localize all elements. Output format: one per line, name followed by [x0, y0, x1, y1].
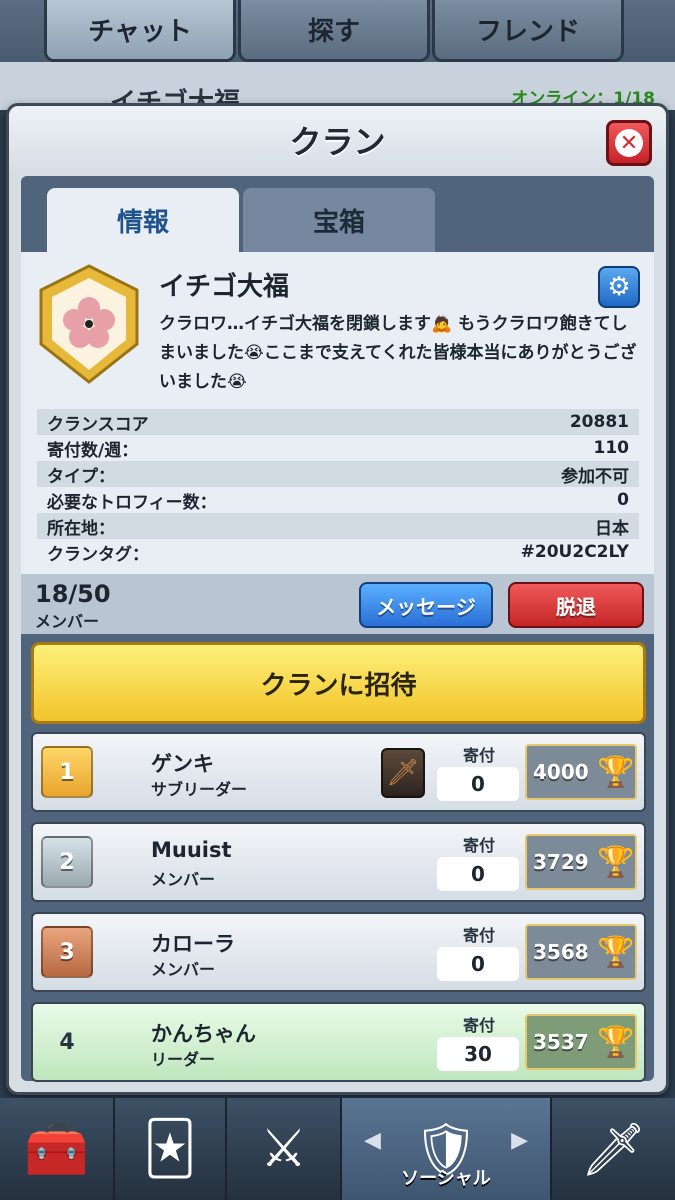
member-bar: 18/50 メンバー メッセージ 脱退	[21, 574, 654, 634]
invite-button[interactable]: クランに招待	[31, 642, 646, 724]
stat-value: #20U2C2LY	[520, 542, 629, 562]
trophy-box: 4000 🏆	[525, 744, 637, 800]
tab-friends[interactable]: フレンド	[432, 0, 624, 62]
clan-badge-icon	[39, 264, 139, 384]
trophy-box: 3568 🏆	[525, 924, 637, 980]
trophy-box: 3537 🏆	[525, 1014, 637, 1070]
stat-row: クランスコア 20881	[37, 409, 639, 435]
stat-row: タイプ： 参加不可	[37, 461, 639, 487]
clan-modal: クラン ✕ 情報 宝箱 イチゴ大福 ⚙ クラロワ…イチゴ大福を閉鎖します🙇 もう…	[6, 103, 669, 1095]
trophy-icon: 🏆	[597, 844, 635, 880]
clan-description: クラロワ…イチゴ大福を閉鎖します🙇 もうクラロワ飽きてしまいました😭ここまで支え…	[159, 314, 637, 392]
stat-row: 必要なトロフィー数： 0	[37, 487, 639, 513]
stat-label: クランスコア	[47, 414, 149, 435]
list-item[interactable]: 3 カローラ メンバー 寄付 0 3568 🏆	[31, 912, 646, 992]
stat-label: 必要なトロフィー数：	[47, 492, 217, 513]
member-name: カローラ	[151, 932, 235, 956]
bottom-nav: 🧰 🃏 ⚔ ◀ 🛡 ▶ ソーシャル 🗡	[0, 1098, 675, 1200]
chevron-left-icon: ◀	[364, 1128, 381, 1153]
laurel-sword-icon: 🗡	[580, 1119, 647, 1180]
clan-name: イチゴ大福	[159, 272, 290, 302]
donation-count: 30	[437, 1037, 519, 1071]
trophy-count: 3537	[533, 1030, 589, 1054]
member-role: メンバー	[151, 870, 216, 889]
trophy-count: 3568	[533, 940, 589, 964]
donation-label: 寄付	[463, 746, 496, 765]
stat-row: 所在地： 日本	[37, 513, 639, 539]
list-item[interactable]: 4 かんちゃん リーダー 寄付 30 3537 🏆	[31, 1002, 646, 1082]
rank-badge: 1	[41, 746, 93, 798]
rank-badge: 4	[59, 1029, 75, 1055]
list-item[interactable]: 1 ゲンキ サブリーダー 🗡 寄付 0 4000 🏆	[31, 732, 646, 812]
stat-label: クランタグ：	[47, 544, 149, 565]
close-icon: ✕	[615, 129, 643, 157]
member-label: メンバー	[35, 612, 100, 631]
donation-label: 寄付	[463, 926, 496, 945]
tab-search[interactable]: 探す	[238, 0, 430, 62]
donation-count: 0	[437, 857, 519, 891]
gear-icon[interactable]: ⚙	[598, 266, 640, 308]
nav-social[interactable]: ◀ 🛡 ▶ ソーシャル	[342, 1098, 552, 1200]
nav-cards[interactable]: 🃏	[115, 1098, 227, 1200]
donation-count: 0	[437, 947, 519, 981]
chest-icon: 🧰	[24, 1119, 89, 1180]
stat-value: 110	[593, 438, 630, 458]
trophy-icon: 🏆	[597, 1024, 635, 1060]
member-role: リーダー	[151, 1050, 216, 1069]
trophy-icon: 🏆	[597, 934, 635, 970]
member-count: 18/50	[35, 580, 111, 608]
member-name: Muuist	[151, 838, 232, 862]
donation-count: 0	[437, 767, 519, 801]
trophy-count: 3729	[533, 850, 589, 874]
stat-value: 日本	[595, 518, 629, 539]
trophy-count: 4000	[533, 760, 589, 784]
stat-row: 寄付数/週： 110	[37, 435, 639, 461]
modal-title: クラン	[289, 123, 386, 161]
swords-icon: ⚔	[260, 1119, 307, 1179]
nav-events[interactable]: 🗡	[552, 1098, 675, 1200]
chevron-right-icon: ▶	[511, 1128, 528, 1153]
modal-body: 情報 宝箱 イチゴ大福 ⚙ クラロワ…イチゴ大福を閉鎖します🙇 もうクラロワ飽き…	[21, 176, 654, 1082]
clan-stats: クランスコア 20881 寄付数/週： 110 タイプ： 参加不可 必要なトロフィー数…	[37, 409, 639, 565]
trophy-icon: 🏆	[597, 754, 635, 790]
member-role: サブリーダー	[151, 780, 248, 799]
leave-button[interactable]: 脱退	[508, 582, 644, 628]
donation-label: 寄付	[463, 1016, 496, 1035]
stat-label: 寄付数/週：	[47, 440, 139, 461]
stat-row: クランタグ： #20U2C2LY	[37, 539, 639, 565]
rank-badge: 2	[41, 836, 93, 888]
cards-icon: 🃏	[143, 1119, 197, 1179]
member-name: かんちゃん	[151, 1022, 256, 1046]
member-role: メンバー	[151, 960, 216, 979]
trophy-box: 3729 🏆	[525, 834, 637, 890]
sword-icon: 🗡	[381, 748, 425, 798]
tab-chest[interactable]: 宝箱	[243, 188, 435, 252]
tab-info[interactable]: 情報	[47, 188, 239, 252]
modal-header: クラン ✕	[9, 106, 666, 174]
tab-chat[interactable]: チャット	[44, 0, 236, 62]
donation-label: 寄付	[463, 836, 496, 855]
stat-value: 20881	[569, 412, 629, 432]
nav-shop[interactable]: 🧰	[0, 1098, 115, 1200]
stat-label: 所在地：	[47, 518, 115, 539]
stat-value: 0	[617, 490, 629, 510]
nav-battle[interactable]: ⚔	[227, 1098, 342, 1200]
close-button[interactable]: ✕	[606, 120, 652, 166]
stat-value: 参加不可	[561, 466, 629, 487]
list-item[interactable]: 2 Muuist メンバー 寄付 0 3729 🏆	[31, 822, 646, 902]
stat-label: タイプ：	[47, 466, 115, 487]
clan-info-panel: イチゴ大福 ⚙ クラロワ…イチゴ大福を閉鎖します🙇 もうクラロワ飽きてしまいまし…	[21, 252, 654, 574]
message-button[interactable]: メッセージ	[359, 582, 493, 628]
rank-badge: 3	[41, 926, 93, 978]
nav-social-label: ソーシャル	[401, 1168, 491, 1189]
member-name: ゲンキ	[151, 752, 214, 776]
